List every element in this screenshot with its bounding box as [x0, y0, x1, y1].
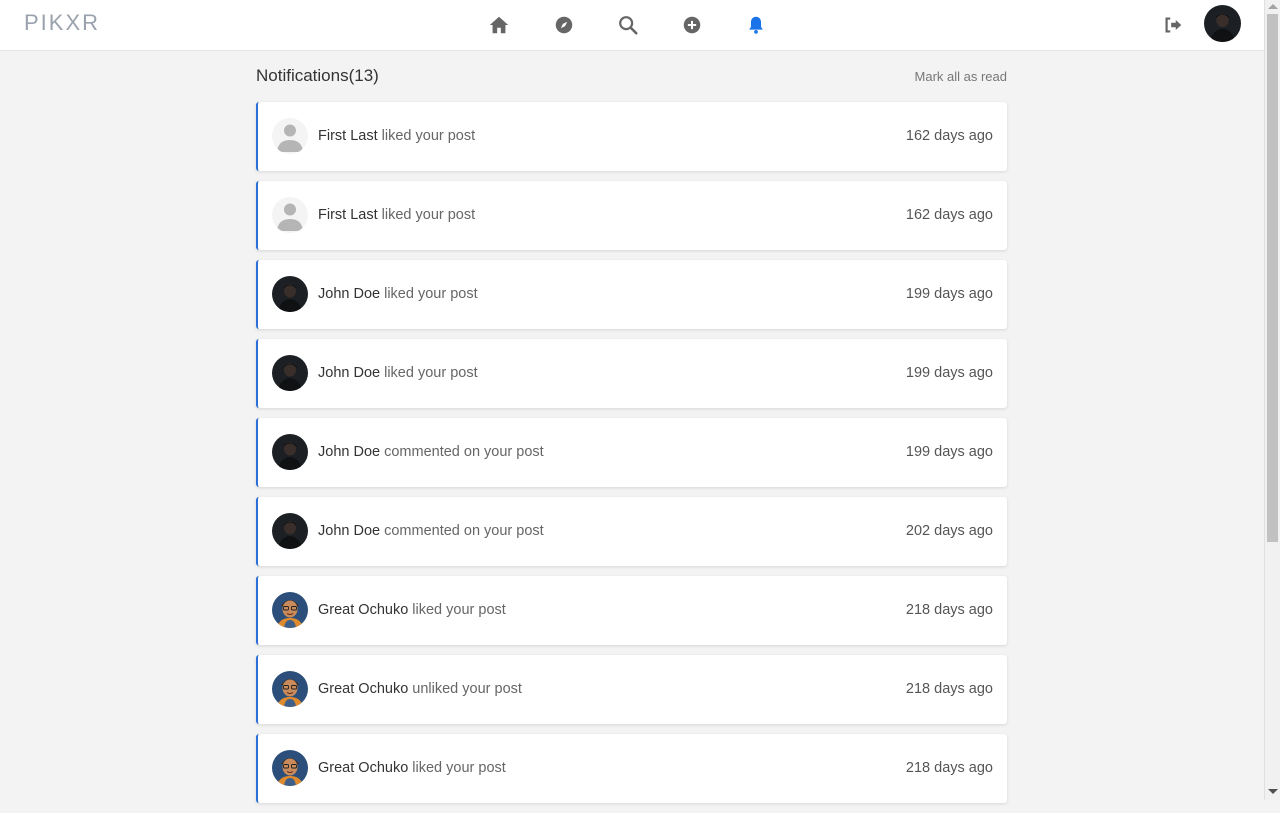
- notification-user-name[interactable]: Great Ochuko: [318, 760, 408, 776]
- notification-message: John Doe liked your post: [318, 365, 478, 381]
- scroll-thumb[interactable]: [1267, 14, 1278, 542]
- scroll-down-arrow[interactable]: [1268, 789, 1278, 794]
- notifications-header: Notifications(13) Mark all as read: [256, 64, 1007, 92]
- notification-time: 162 days ago: [905, 207, 993, 223]
- notification-avatar[interactable]: [272, 118, 308, 154]
- notification-user-name[interactable]: John Doe: [318, 523, 380, 539]
- notification-avatar[interactable]: [272, 197, 308, 233]
- notification-message: John Doe commented on your post: [318, 523, 544, 539]
- notification-user-name[interactable]: John Doe: [318, 286, 380, 302]
- notification-user-name[interactable]: Great Ochuko: [318, 681, 408, 697]
- notification-action: liked your post: [384, 286, 478, 302]
- notification-message: Great Ochuko unliked your post: [318, 681, 522, 697]
- explore-compass-icon[interactable]: [552, 13, 576, 37]
- notification-action: liked your post: [381, 207, 476, 223]
- search-icon[interactable]: [616, 13, 640, 37]
- notification-avatar[interactable]: [272, 671, 308, 707]
- notification-action: liked your post: [384, 365, 478, 381]
- notification-user-name[interactable]: Great Ochuko: [318, 602, 408, 618]
- notification-item[interactable]: John Doe liked your post 199 days ago: [256, 260, 1007, 329]
- notification-time: 218 days ago: [905, 760, 993, 776]
- notification-time: 162 days ago: [905, 128, 993, 144]
- notification-time: 218 days ago: [905, 681, 993, 697]
- app-logo[interactable]: PIKXR: [24, 10, 100, 36]
- notification-item[interactable]: Great Ochuko liked your post 218 days ago: [256, 576, 1007, 645]
- scroll-up-arrow[interactable]: [1268, 4, 1278, 9]
- mark-all-read-link[interactable]: Mark all as read: [915, 69, 1007, 84]
- notification-item[interactable]: John Doe commented on your post 202 days …: [256, 497, 1007, 566]
- notification-message: First Last liked your post: [318, 128, 475, 144]
- notification-action: unliked your post: [412, 681, 522, 697]
- notification-action: commented on your post: [384, 523, 544, 539]
- add-post-icon[interactable]: [680, 13, 704, 37]
- notification-item[interactable]: Great Ochuko liked your post 218 days ago: [256, 734, 1007, 803]
- notification-time: 218 days ago: [905, 602, 993, 618]
- notification-action: commented on your post: [384, 444, 544, 460]
- notification-message: John Doe liked your post: [318, 286, 478, 302]
- notification-message: Great Ochuko liked your post: [318, 602, 506, 618]
- notification-avatar[interactable]: [272, 750, 308, 786]
- notification-time: 199 days ago: [905, 444, 993, 460]
- notification-item[interactable]: John Doe commented on your post 199 days …: [256, 418, 1007, 487]
- notification-action: liked your post: [412, 760, 506, 776]
- notification-message: John Doe commented on your post: [318, 444, 544, 460]
- home-icon[interactable]: [487, 13, 511, 37]
- notification-user-name[interactable]: John Doe: [318, 365, 380, 381]
- notification-item[interactable]: John Doe liked your post 199 days ago: [256, 339, 1007, 408]
- notifications-bell-icon[interactable]: [744, 13, 768, 37]
- notification-action: liked your post: [412, 602, 506, 618]
- notification-avatar[interactable]: [272, 592, 308, 628]
- notification-time: 202 days ago: [905, 523, 993, 539]
- notification-time: 199 days ago: [905, 286, 993, 302]
- notification-action: liked your post: [381, 128, 476, 144]
- notification-avatar[interactable]: [272, 434, 308, 470]
- top-navbar: PIKXR: [0, 0, 1264, 51]
- notification-item[interactable]: First Last liked your post 162 days ago: [256, 181, 1007, 250]
- notification-item[interactable]: First Last liked your post 162 days ago: [256, 102, 1007, 171]
- user-avatar[interactable]: [1204, 5, 1241, 42]
- notification-avatar[interactable]: [272, 276, 308, 312]
- notification-avatar[interactable]: [272, 513, 308, 549]
- notification-list: First Last liked your post 162 days ago Fi…: [256, 102, 1007, 813]
- notification-time: 199 days ago: [905, 365, 993, 381]
- logout-icon[interactable]: [1161, 13, 1185, 37]
- notification-avatar[interactable]: [272, 355, 308, 391]
- scrollbar[interactable]: [1264, 0, 1280, 800]
- page-title: Notifications(13): [256, 66, 379, 85]
- notification-user-name[interactable]: First Last: [318, 207, 378, 223]
- notification-message: First Last liked your post: [318, 207, 475, 223]
- notification-user-name[interactable]: First Last: [318, 128, 378, 144]
- notification-message: Great Ochuko liked your post: [318, 760, 506, 776]
- notification-user-name[interactable]: John Doe: [318, 444, 380, 460]
- notification-item[interactable]: Great Ochuko unliked your post 218 days a…: [256, 655, 1007, 724]
